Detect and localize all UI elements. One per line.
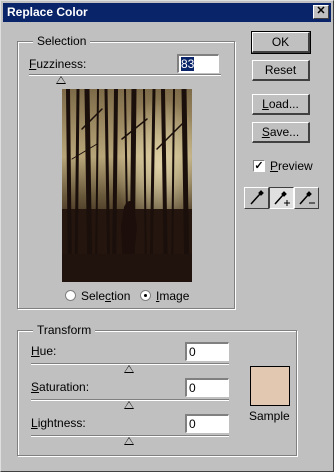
window-title: Replace Color xyxy=(7,5,88,19)
reset-button[interactable]: Reset xyxy=(252,60,310,81)
fuzziness-slider-thumb[interactable] xyxy=(56,76,66,84)
ok-button[interactable]: OK xyxy=(251,31,311,54)
transform-group-label: Transform xyxy=(33,323,96,337)
selection-group-label: Selection xyxy=(33,34,91,48)
lightness-slider-thumb[interactable] xyxy=(124,437,134,445)
saturation-label: Saturation: xyxy=(31,380,90,394)
hue-input[interactable]: 0 xyxy=(185,342,229,361)
replace-color-dialog: Replace Color ✕ Selection Fuzziness: 83 xyxy=(0,0,334,472)
image-radio-label[interactable]: Image xyxy=(156,289,189,303)
eyedropper-plus-icon xyxy=(274,191,290,206)
load-button[interactable]: Load... xyxy=(252,94,310,115)
selection-radio[interactable] xyxy=(65,290,76,301)
preview-checkbox[interactable]: ✓ xyxy=(253,160,265,172)
saturation-input[interactable]: 0 xyxy=(185,378,229,397)
title-bar[interactable]: Replace Color ✕ xyxy=(3,3,331,22)
saturation-slider-thumb[interactable] xyxy=(124,401,134,409)
eyedropper-plus-button[interactable] xyxy=(269,187,294,209)
fuzziness-input[interactable]: 83 xyxy=(177,54,219,73)
hue-slider-thumb[interactable] xyxy=(124,365,134,373)
selection-radio-label[interactable]: Selection xyxy=(81,289,130,303)
lightness-label: Lightness: xyxy=(31,416,86,430)
selection-preview-image[interactable] xyxy=(62,89,192,282)
forest-image xyxy=(62,89,192,282)
eyedropper-minus-icon xyxy=(299,191,315,205)
lightness-input[interactable]: 0 xyxy=(185,414,229,433)
preview-label[interactable]: Preview xyxy=(270,159,313,173)
eyedropper-minus-button[interactable] xyxy=(294,187,319,209)
hue-label: Hue: xyxy=(31,344,57,358)
fuzziness-label: Fuzziness: xyxy=(29,57,87,71)
sample-color-swatch[interactable] xyxy=(250,366,290,406)
image-radio[interactable] xyxy=(140,290,151,301)
sample-label: Sample xyxy=(249,409,290,423)
eyedropper-button[interactable] xyxy=(244,187,269,209)
eyedropper-icon xyxy=(250,190,264,205)
save-button[interactable]: Save... xyxy=(252,122,310,143)
close-icon[interactable]: ✕ xyxy=(313,5,329,19)
